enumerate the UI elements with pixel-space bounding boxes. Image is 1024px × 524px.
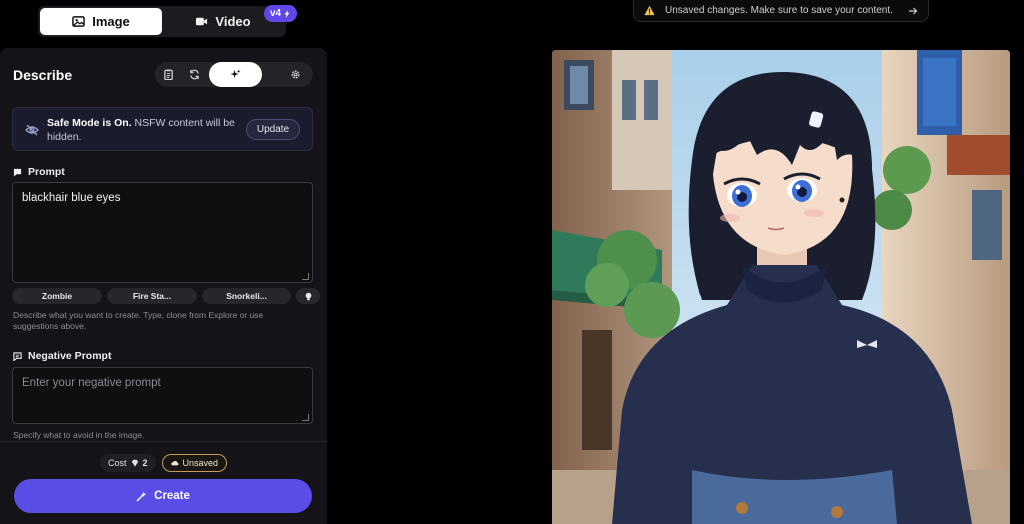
warning-icon — [644, 5, 655, 16]
generated-image[interactable] — [552, 50, 1010, 524]
gem-icon — [131, 459, 138, 467]
version-badge: v4 — [264, 5, 298, 22]
arrow-right-icon — [909, 7, 918, 14]
cloud-icon — [170, 460, 179, 466]
prompt-label: Prompt — [28, 166, 65, 178]
cost-label: Cost — [108, 458, 127, 468]
panel-divider — [0, 441, 327, 442]
suggestion-chip[interactable]: Zombie — [12, 288, 102, 304]
version-badge-label: v4 — [270, 8, 282, 19]
tool-group — [155, 62, 313, 87]
cost-value: 2 — [142, 458, 148, 468]
bolt-icon — [284, 9, 290, 18]
unsaved-notice[interactable]: Unsaved changes. Make sure to save your … — [633, 0, 929, 22]
status-badge: Unsaved — [161, 454, 228, 472]
tab-image[interactable]: Image — [40, 8, 162, 35]
refresh-icon — [189, 69, 199, 80]
notice-text: Unsaved changes. Make sure to save your … — [665, 5, 893, 16]
negative-prompt-label: Negative Prompt — [28, 350, 112, 362]
tab-image-label: Image — [92, 14, 130, 29]
negative-prompt-resize-handle[interactable] — [302, 414, 309, 421]
mode-toggle: Image Video — [38, 6, 286, 37]
suggestion-chip[interactable]: Fire Sta... — [107, 288, 197, 304]
idea-button[interactable] — [296, 288, 320, 304]
lightbulb-icon — [305, 292, 311, 300]
negative-prompt-hint: Specify what to avoid in the image. — [13, 430, 145, 440]
clipboard-button[interactable] — [155, 62, 181, 87]
refresh-button[interactable] — [181, 62, 207, 87]
prompt-label-row: Prompt — [13, 166, 65, 178]
clipboard-icon — [163, 69, 173, 80]
panel-title: Describe — [13, 67, 73, 83]
safe-mode-banner: Safe Mode is On. NSFW content will be hi… — [12, 107, 313, 151]
cost-row: Cost 2 Unsaved — [100, 454, 228, 472]
create-button[interactable]: Create — [14, 479, 312, 513]
update-button[interactable]: Update — [246, 119, 300, 140]
negative-prompt-input[interactable] — [12, 367, 313, 424]
app-root: Image Video v4 Describe Safe Mode is On.… — [0, 0, 1024, 524]
image-icon — [72, 16, 86, 27]
describe-panel: Describe Safe Mode is On. NSFW content w… — [0, 48, 327, 524]
gear-icon — [290, 70, 300, 79]
settings-button[interactable] — [277, 62, 313, 87]
suggestion-chip[interactable]: Snorkeli... — [202, 288, 291, 304]
prompt-suggestions: Zombie Fire Sta... Snorkeli... — [12, 288, 320, 304]
create-button-label: Create — [154, 490, 190, 502]
magic-button[interactable] — [209, 62, 262, 87]
status-label: Unsaved — [182, 458, 219, 468]
safe-mode-text: Safe Mode is On. NSFW content will be hi… — [47, 116, 237, 144]
sparkle-icon — [230, 69, 241, 79]
prompt-resize-handle[interactable] — [302, 273, 309, 280]
video-icon — [196, 17, 208, 26]
negative-prompt-label-row: Negative Prompt — [13, 350, 111, 362]
eye-off-icon — [25, 124, 39, 136]
prompt-input[interactable] — [12, 182, 313, 283]
message-icon — [13, 168, 22, 177]
safe-mode-bold: Safe Mode is On. — [47, 117, 132, 129]
magic-wand-icon — [136, 490, 147, 502]
message-square-icon — [13, 351, 22, 361]
cost-pill: Cost 2 — [100, 454, 156, 472]
prompt-hint: Describe what you want to create. Type, … — [13, 310, 264, 331]
tab-video-label: Video — [215, 14, 251, 29]
anime-girl-illustration — [552, 50, 1010, 524]
